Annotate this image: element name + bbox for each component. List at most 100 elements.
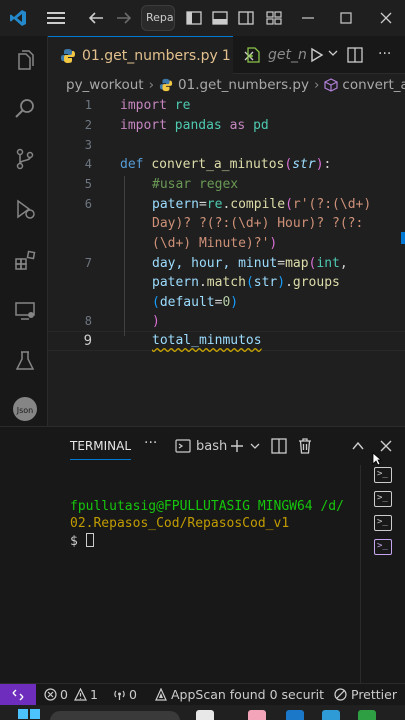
close-icon[interactable] xyxy=(376,8,396,28)
variable: patern xyxy=(152,275,199,290)
taskbar-app-icon[interactable] xyxy=(358,710,376,720)
error-count: 0 xyxy=(60,687,68,702)
split-terminal-icon[interactable] xyxy=(270,437,288,455)
breadcrumb: py_workout › 01.get_numbers.py › convert… xyxy=(48,74,405,96)
maximize-panel-chevron-up-icon[interactable] xyxy=(349,437,367,455)
line-number: 1 xyxy=(84,98,92,112)
command-center-search[interactable]: Repasos xyxy=(141,5,175,31)
prettier-label: Prettier xyxy=(351,687,397,702)
line-number: 6 xyxy=(84,197,92,211)
explorer-icon[interactable] xyxy=(12,48,38,74)
taskbar-app-icon[interactable] xyxy=(286,710,304,720)
run-dropdown-chevron-icon[interactable] xyxy=(328,48,338,58)
search-icon[interactable] xyxy=(12,96,38,122)
code-line-7: day, hour, minut=map(int, xyxy=(152,256,348,271)
argument: str xyxy=(253,275,278,290)
layout-icon[interactable] xyxy=(264,8,284,28)
title-bar: Repasos xyxy=(0,0,405,36)
terminal-dropdown-chevron-icon[interactable] xyxy=(246,437,264,455)
line-number: 7 xyxy=(84,256,92,270)
os-taskbar xyxy=(0,705,405,720)
trash-icon[interactable] xyxy=(296,437,314,455)
taskbar-app-icon[interactable] xyxy=(322,710,340,720)
code-editor[interactable]: 1 2 3 4 5 6 7 8 9 import re import panda… xyxy=(48,96,405,426)
line-number: 4 xyxy=(84,157,92,171)
tab-get-numbers[interactable]: 01.get_numbers.py 1 xyxy=(48,36,254,74)
source-control-icon[interactable] xyxy=(12,146,38,172)
maximize-icon[interactable] xyxy=(336,8,356,28)
taskbar-search-box[interactable] xyxy=(50,711,180,720)
module: re xyxy=(166,98,191,113)
paren: ) xyxy=(277,275,286,290)
forward-arrow-icon[interactable] xyxy=(114,8,134,28)
variables: day, hour, minut xyxy=(152,256,278,271)
breadcrumb-symbol[interactable]: convert_a_min xyxy=(342,77,405,93)
taskbar-app-icon[interactable] xyxy=(196,710,214,720)
breadcrumb-folder[interactable]: py_workout xyxy=(66,77,144,93)
tab-label: get_n xyxy=(268,47,307,63)
terminal-input-line[interactable]: $ xyxy=(70,533,94,549)
testing-icon[interactable] xyxy=(12,348,38,374)
svg-text:Json: Json xyxy=(16,406,34,415)
python-diff-file-icon xyxy=(246,47,260,63)
module: pandas xyxy=(166,118,230,133)
tab-label: 01.get_numbers.py xyxy=(82,47,218,64)
editor-tabs: 01.get_numbers.py 1 get_n ··· xyxy=(48,36,405,74)
toggle-panel-icon[interactable] xyxy=(210,8,230,28)
terminal-shell-name[interactable]: bash xyxy=(196,439,227,454)
method: groups xyxy=(292,275,340,290)
terminal-instance-icon-active[interactable]: >_ xyxy=(374,539,392,555)
status-bar: 0 1 0 AppScan found 0 securit Prettier xyxy=(0,683,405,706)
breadcrumb-file[interactable]: 01.get_numbers.py xyxy=(178,77,309,93)
colon: : xyxy=(323,157,332,172)
terminal-instance-icon[interactable]: >_ xyxy=(374,515,392,531)
taskbar-app-icon[interactable] xyxy=(248,710,266,720)
code-line-9: total_minmutos xyxy=(152,333,262,348)
split-editor-icon[interactable] xyxy=(347,47,363,63)
mouse-pointer-icon xyxy=(372,451,383,470)
json-icon[interactable]: Json xyxy=(12,396,38,422)
keyword-argument: default xyxy=(159,295,215,310)
terminal-icon xyxy=(175,438,191,454)
warning-count: 1 xyxy=(89,687,98,702)
line-number: 3 xyxy=(84,138,92,152)
back-arrow-icon[interactable] xyxy=(86,8,106,28)
run-debug-icon[interactable] xyxy=(12,196,38,222)
appscan-indicator[interactable]: AppScan found 0 securit xyxy=(155,687,324,702)
paren: ( xyxy=(152,295,160,310)
terminal-cursor xyxy=(85,533,94,547)
minimize-icon[interactable] xyxy=(298,8,318,28)
line-number: 8 xyxy=(84,314,92,328)
extensions-icon[interactable] xyxy=(12,248,38,274)
tab-get-n[interactable]: get_n xyxy=(238,36,308,74)
code-line-6: patern=re.compile(r'(?:(\d+) xyxy=(152,197,371,212)
operator: = xyxy=(198,197,207,212)
vscode-logo-icon xyxy=(8,8,28,28)
tab-terminal[interactable]: TERMINAL xyxy=(70,439,132,460)
code-line-6-wrap-1: Day)? ?(?:(\d+) Hour)? ?(?: xyxy=(152,216,363,231)
terminal-instance-icon[interactable]: >_ xyxy=(374,491,392,507)
ports-indicator[interactable]: 0 xyxy=(113,687,137,702)
line-number: 2 xyxy=(84,118,92,132)
parameter: str xyxy=(292,157,316,172)
builtin-type: int xyxy=(316,256,340,271)
search-text: Repasos xyxy=(146,11,174,24)
menu-icon[interactable] xyxy=(46,8,66,28)
windows-start-icon[interactable] xyxy=(18,709,40,720)
more-actions-icon[interactable]: ··· xyxy=(378,46,391,62)
run-python-file-icon[interactable] xyxy=(310,47,324,63)
panel-more-icon[interactable]: ··· xyxy=(144,435,157,451)
scrollbar-marker[interactable] xyxy=(401,232,405,244)
toggle-sidebar-icon[interactable] xyxy=(184,8,204,28)
operator: = xyxy=(277,256,286,271)
module: re xyxy=(206,197,223,212)
prettier-indicator[interactable]: Prettier xyxy=(334,687,397,702)
broadcast-icon xyxy=(113,688,126,701)
remote-indicator-icon[interactable] xyxy=(0,684,36,706)
code-line-4: def convert_a_minutos(str): xyxy=(120,157,331,172)
toggle-secondary-sidebar-icon[interactable] xyxy=(236,8,256,28)
method-cube-icon xyxy=(324,78,338,92)
remote-explorer-icon[interactable] xyxy=(12,298,38,324)
problems-indicator[interactable]: 0 1 xyxy=(44,687,98,702)
new-terminal-plus-icon[interactable] xyxy=(228,437,246,455)
